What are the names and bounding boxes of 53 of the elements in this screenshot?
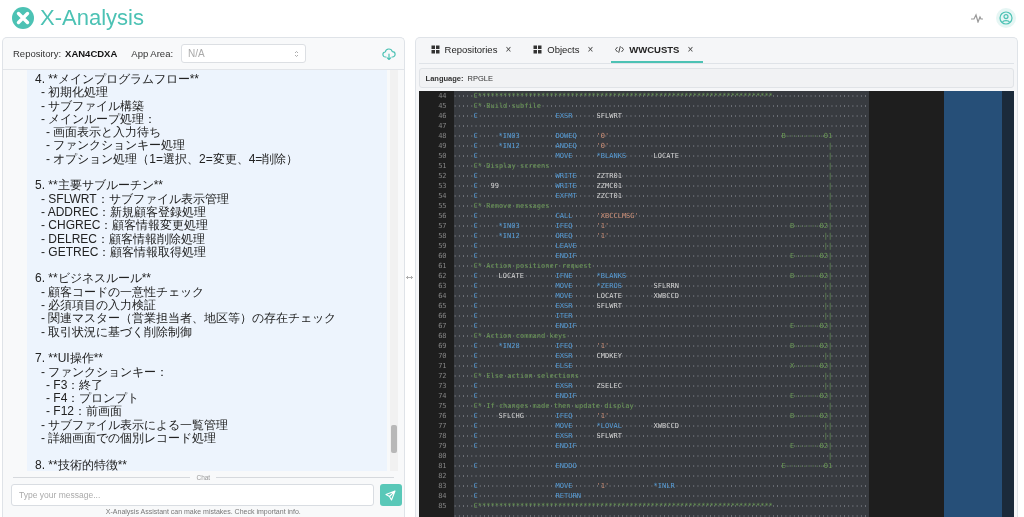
send-button[interactable] bbox=[379, 484, 402, 506]
chat-list-item: - 詳細画面での個別レコード処理 bbox=[40, 432, 218, 446]
chat-heading: 7. **UI操作** bbox=[35, 352, 105, 366]
chat-list-item: - 取引状況に基づく削除制御 bbox=[40, 325, 194, 339]
code-icon bbox=[615, 45, 625, 54]
message-input[interactable]: Type your message... bbox=[11, 484, 374, 506]
chat-list-item: - ADDREC：新規顧客登録処理 bbox=[40, 205, 207, 219]
repository-label: Repository: bbox=[13, 48, 62, 59]
chat-list-item: - サブファイル表示による一覧管理 bbox=[40, 418, 230, 432]
chat-list-item: - 関連マスター（営業担当者、地区等）の存在チェック bbox=[40, 312, 338, 326]
user-avatar[interactable] bbox=[996, 7, 1016, 28]
chat-heading: 8. **技術的特徴** bbox=[35, 458, 129, 471]
chat-list-item: - オプション処理（1=選択、2=変更、4=削除） bbox=[45, 152, 300, 167]
chat-list-item: - DELREC：顧客情報削除処理 bbox=[40, 232, 206, 246]
tab[interactable]: WWCUSTS × bbox=[611, 38, 704, 63]
grid-icon bbox=[533, 45, 543, 54]
chat-list-item: - F4：プロンプト bbox=[45, 392, 141, 406]
app-title: X-Analysis bbox=[40, 4, 144, 31]
chat-list-item: - 初期化処理 bbox=[40, 86, 110, 100]
chat-list-item: - CHGREC：顧客情報変更処理 bbox=[40, 219, 210, 233]
chat-list-item: - ファンクションキー： bbox=[40, 365, 170, 379]
activity-icon[interactable] bbox=[970, 12, 984, 23]
close-icon[interactable]: × bbox=[505, 44, 512, 55]
chat-list-item: - メインループ処理： bbox=[40, 112, 158, 126]
sort-caret-icon bbox=[294, 49, 300, 58]
cloud-download-icon[interactable] bbox=[381, 47, 396, 60]
chat-list-item: - 必須項目の入力検証 bbox=[40, 299, 157, 313]
chat-heading: 5. **主要サブルーチン** bbox=[35, 179, 165, 193]
chat-list-item: - 画面表示と入力待ち bbox=[45, 126, 162, 140]
scrollbar-thumb[interactable] bbox=[390, 425, 397, 453]
chat-list-item: - F3：終了 bbox=[45, 378, 105, 392]
chat-list-item: - 顧客コードの一意性チェック bbox=[40, 285, 206, 299]
chat-list-item: - サブファイル構築 bbox=[40, 99, 146, 113]
chat-heading: 4. **メインプログラムフロー** bbox=[35, 73, 201, 86]
app-area-label: App Area: bbox=[131, 48, 174, 59]
scrollbar-track[interactable] bbox=[1002, 91, 1014, 517]
minimap-viewport[interactable] bbox=[943, 91, 1002, 517]
resize-handle-icon[interactable] bbox=[406, 274, 414, 280]
tab[interactable]: Objects × bbox=[529, 38, 604, 63]
grid-icon bbox=[430, 45, 440, 54]
send-icon bbox=[385, 489, 397, 501]
close-icon[interactable]: × bbox=[687, 44, 694, 55]
app-area-select[interactable]: N/A bbox=[181, 44, 307, 63]
user-icon bbox=[999, 10, 1013, 25]
tab[interactable]: Repositories × bbox=[426, 38, 522, 63]
chat-list-item: - GETREC：顧客情報取得処理 bbox=[40, 245, 208, 260]
repository-name: XAN4CDXA bbox=[65, 48, 118, 59]
chat-heading: 6. **ビジネスルール** bbox=[35, 272, 153, 286]
chat-list-item: - SFLWRT：サブファイル表示管理 bbox=[40, 192, 230, 206]
close-icon[interactable]: × bbox=[587, 44, 594, 55]
chat-list-item: - F12：前画面 bbox=[45, 405, 123, 419]
logo-icon bbox=[12, 6, 34, 29]
chat-list-item: - ファンクションキー処理 bbox=[45, 139, 187, 153]
